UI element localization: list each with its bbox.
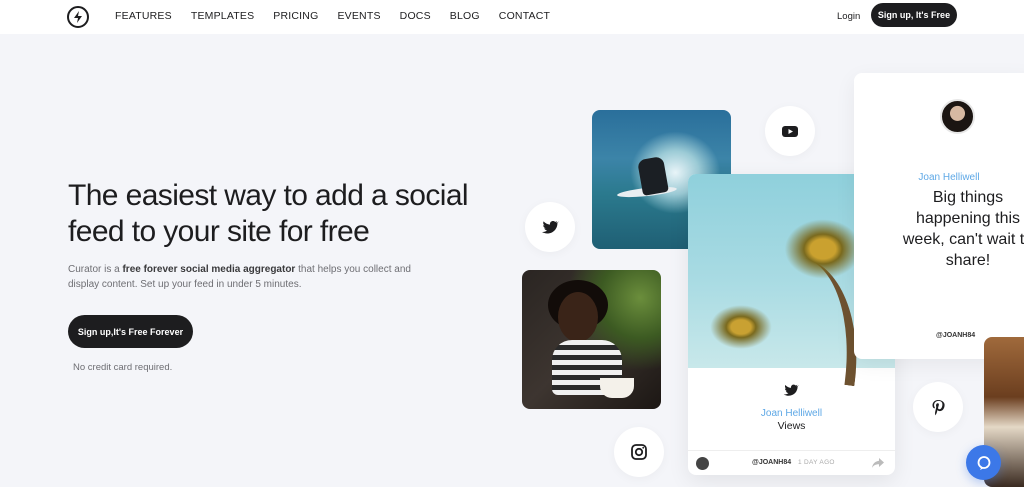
avatar (696, 457, 709, 470)
post-timestamp: 1 DAY AGO (798, 459, 835, 466)
woman-head-shape (558, 292, 598, 342)
nav-link-pricing[interactable]: PRICING (273, 10, 318, 22)
nav-links: FEATURES TEMPLATES PRICING EVENTS DOCS B… (115, 10, 569, 22)
no-credit-card-note: No credit card required. (73, 362, 173, 373)
woman-coffee-photo (522, 270, 661, 409)
pinterest-icon (913, 382, 963, 432)
subtitle-bold: free forever social media aggregator (122, 264, 296, 275)
post-handle[interactable]: @JOANH84 (752, 459, 791, 466)
hero-signup-button[interactable]: Sign up,It's Free Forever (68, 315, 193, 348)
post-text: Views (777, 420, 806, 432)
post-body: Joan Helliwell Views (688, 368, 895, 450)
subtitle-prefix: Curator is a (68, 264, 123, 275)
share-icon[interactable] (872, 458, 884, 468)
surfer-shape (637, 156, 669, 196)
post-footer: @JOANH84 1 DAY AGO (688, 450, 895, 475)
nav-link-templates[interactable]: TEMPLATES (191, 10, 254, 22)
nav-link-events[interactable]: EVENTS (337, 10, 380, 22)
twitter-icon (783, 384, 799, 396)
login-link[interactable]: Login (837, 11, 860, 22)
instagram-icon (614, 427, 664, 477)
small-palm-shape (706, 302, 776, 352)
nav-link-blog[interactable]: BLOG (450, 10, 480, 22)
twitter-icon (525, 202, 575, 252)
hero-title: The easiest way to add a social feed to … (68, 179, 469, 248)
top-nav: FEATURES TEMPLATES PRICING EVENTS DOCS B… (0, 0, 1024, 34)
nav-link-contact[interactable]: CONTACT (499, 10, 550, 22)
nav-link-features[interactable]: FEATURES (115, 10, 172, 22)
chat-icon (977, 455, 990, 470)
hero-subtitle: Curator is a free forever social media a… (68, 262, 418, 292)
quote-post-card[interactable]: Joan Helliwell Big things happening this… (854, 73, 1024, 359)
nav-link-docs[interactable]: DOCS (400, 10, 431, 22)
coffee-cup-shape (600, 378, 634, 398)
quote-author-name[interactable]: Joan Helliwell (854, 172, 1024, 183)
quote-handle[interactable]: @JOANH84 (936, 332, 975, 339)
chat-help-button[interactable] (966, 445, 1001, 480)
signup-button[interactable]: Sign up, It's Free (871, 3, 957, 27)
avatar (940, 99, 975, 134)
logo-icon[interactable] (67, 6, 89, 28)
youtube-icon (765, 106, 815, 156)
post-author-name[interactable]: Joan Helliwell (688, 408, 895, 419)
quote-text: Big things happening this week, can't wa… (902, 189, 1024, 269)
